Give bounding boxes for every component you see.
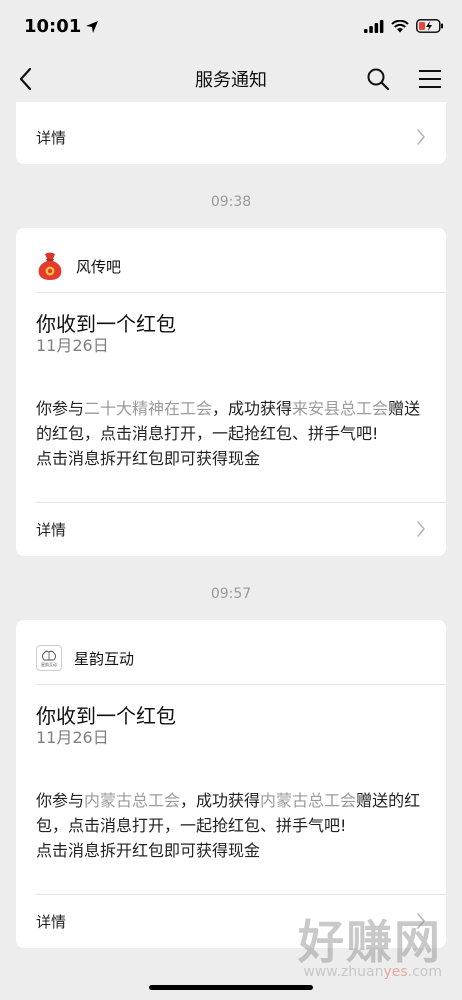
red-packet-bag-icon <box>38 252 62 280</box>
body-text: ，成功获得 <box>212 399 293 418</box>
site-watermark: 好赚网 www.zhuanyes.com <box>252 918 442 988</box>
status-time: 10:01 <box>24 16 99 37</box>
sponsor-name: 内蒙古总工会 <box>260 791 357 810</box>
card-divider <box>36 684 446 685</box>
activity-name: 内蒙古总工会 <box>84 791 181 810</box>
battery-charging-icon <box>416 19 443 33</box>
wifi-icon <box>391 19 409 32</box>
logo-text: 星韵互动 <box>41 661 57 667</box>
body-instruction: 点击消息拆开红包即可获得现金 <box>36 449 261 468</box>
page-title: 服务通知 <box>195 70 267 91</box>
details-label: 详情 <box>36 129 67 147</box>
watermark-url-accent: yes <box>383 964 408 980</box>
details-label: 详情 <box>36 913 67 931</box>
clock-text: 10:01 <box>24 16 82 37</box>
watermark-url-part: .com <box>407 964 442 980</box>
watermark-title: 好赚网 <box>298 915 442 969</box>
status-bar: 10:01 <box>0 0 462 56</box>
body-text: 你参与 <box>36 791 85 810</box>
details-row[interactable]: 详情 <box>16 110 446 164</box>
home-indicator[interactable] <box>149 985 313 990</box>
notification-card[interactable]: 星韵互动 星韵互动 你收到一个红包 11月26日 你参与内蒙古总工会，成功获得内… <box>16 620 446 948</box>
card-header: 风传吧 <box>36 248 426 284</box>
activity-name: 二十大精神在工会 <box>84 399 213 418</box>
notification-card-previous[interactable]: 详情 <box>16 102 446 164</box>
chevron-right-icon <box>417 521 425 537</box>
xingyun-logo-icon: 星韵互动 <box>36 645 62 671</box>
sender-name: 风传吧 <box>76 257 122 276</box>
location-arrow-icon <box>86 20 99 33</box>
chevron-right-icon <box>417 129 425 145</box>
message-date: 11月26日 <box>36 728 109 747</box>
search-icon[interactable] <box>366 67 390 91</box>
sponsor-name: 来安县总工会 <box>292 399 389 418</box>
watermark-url: www.zhuanyes.com <box>252 964 442 980</box>
nav-bar: 服务通知 <box>0 56 462 102</box>
body-text: 你参与 <box>36 399 85 418</box>
body-text: ，成功获得 <box>180 791 261 810</box>
brain-icon <box>42 650 56 660</box>
system-icons <box>364 19 444 33</box>
details-row[interactable]: 详情 <box>16 502 446 556</box>
message-timestamp: 09:57 <box>210 586 252 602</box>
body-instruction: 点击消息拆开红包即可获得现金 <box>36 841 261 860</box>
watermark-url-part: www.zhuan <box>303 964 384 980</box>
menu-icon[interactable] <box>418 68 442 90</box>
cellular-signal-icon <box>364 19 384 33</box>
card-divider <box>36 292 446 293</box>
message-timestamp: 09:38 <box>210 194 252 210</box>
notification-card[interactable]: 风传吧 你收到一个红包 11月26日 你参与二十大精神在工会，成功获得来安县总工… <box>16 228 446 556</box>
message-body: 你参与内蒙古总工会，成功获得内蒙古总工会赠送的红包，点击消息打开，一起抢红包、拼… <box>36 788 428 863</box>
card-header: 星韵互动 星韵互动 <box>36 640 426 676</box>
details-label: 详情 <box>36 521 67 539</box>
sender-name: 星韵互动 <box>74 649 135 668</box>
message-body: 你参与二十大精神在工会，成功获得来安县总工会赠送的红包，点击消息打开，一起抢红包… <box>36 396 428 471</box>
message-date: 11月26日 <box>36 336 109 355</box>
